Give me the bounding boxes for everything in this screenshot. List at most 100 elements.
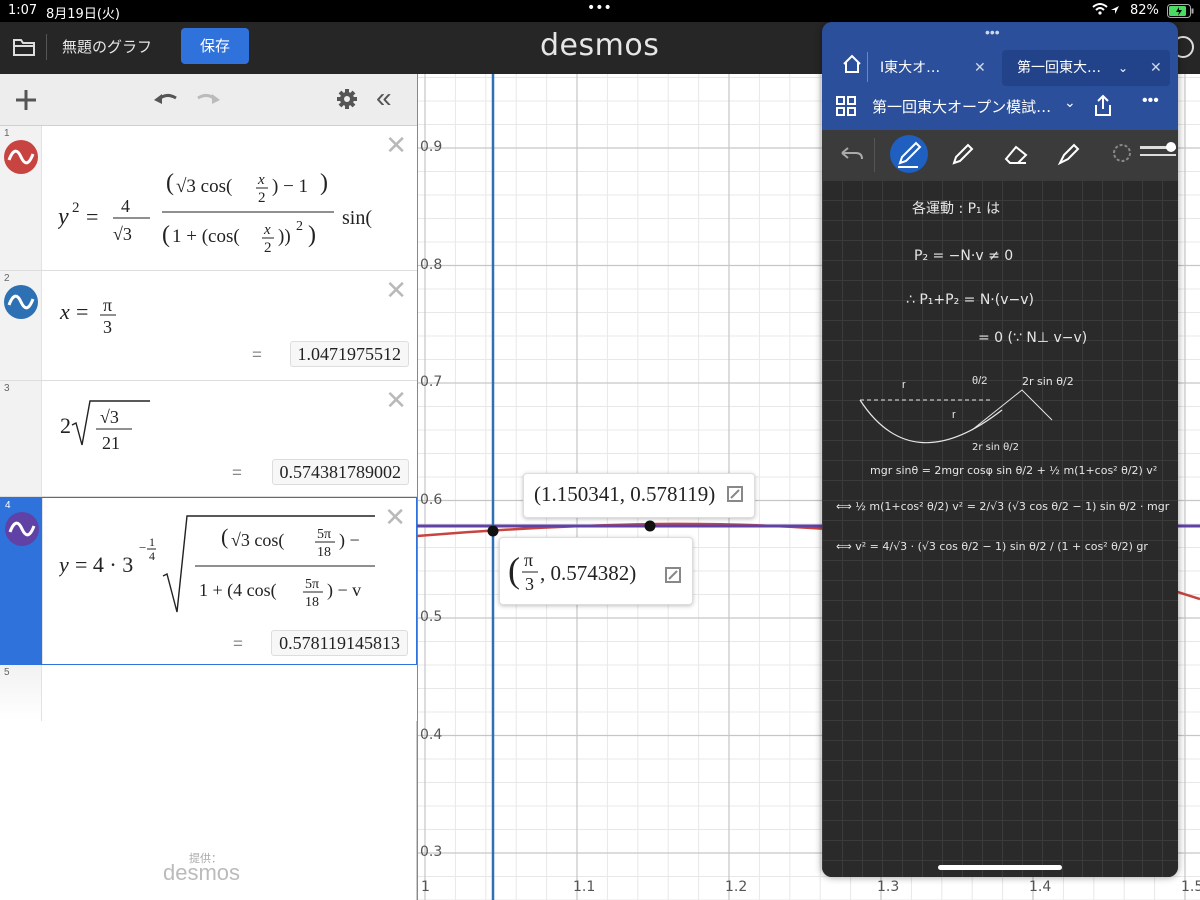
expression-row-4[interactable]: 4 ✕ y = 4 · 3 − 1 4 ( √3 cos( 5π 18 ) − [0,497,417,665]
close-icon[interactable]: ✕ [385,277,407,303]
status-bar: 1:07 8月19日(火) ••• 82% [0,0,1200,22]
divider [46,34,47,60]
handwriting-line: ∴ P₁+P₂ = N·(v−v) [906,292,1034,308]
window-dots[interactable]: ••• [985,24,1000,40]
notebook-title[interactable]: 第一回東大オープン模試… [872,96,1051,117]
copy-icon[interactable] [726,484,744,509]
svg-text:x: x [59,299,70,324]
y-tick-label: 0.5 [420,609,443,625]
graph-wave-icon[interactable] [4,285,38,319]
svg-text:=: = [86,204,98,229]
expression-number: 2 [4,273,10,284]
notes-page[interactable]: 各運動 : P₁ は P₂ = −N·v ≠ 0 ∴ P₁+P₂ = N·(v−… [822,180,1178,877]
redo-icon[interactable] [194,88,222,115]
close-icon[interactable]: ✕ [385,387,407,413]
expression-1-math[interactable]: y 2 = 4 √3 ( √3 cos( x 2 ) − 1 ) ( 1 + (… [56,150,398,260]
close-icon[interactable]: ✕ [384,504,406,530]
expression-toolbar: « [0,74,417,126]
more-icon[interactable]: ••• [1142,92,1159,110]
status-date: 8月19日(火) [46,7,120,22]
expression-row-5[interactable]: 5 [0,665,417,721]
handwriting-line: 各運動 : P₁ は [912,201,1001,217]
expression-gutter: 5 [0,665,42,721]
x-tick-label: 1 [421,879,430,895]
point-label-1[interactable]: (1.150341, 0.578119) [523,473,756,518]
svg-text:y: y [59,552,69,577]
lasso-icon[interactable] [1108,142,1132,171]
svg-text:(: ( [221,524,228,549]
y-tick-label: 0.9 [420,139,443,155]
chevron-down-icon[interactable]: ⌄ [1064,94,1076,111]
share-icon[interactable] [1092,94,1114,123]
svg-text:2: 2 [72,200,80,216]
notes-toolbar [822,130,1178,180]
svg-text:(: ( [508,550,520,590]
tab-notebook-1[interactable]: I東大オ… ✕ [880,50,990,86]
y-tick-label: 0.4 [420,726,443,743]
svg-text:√3: √3 [100,407,119,427]
undo-icon[interactable] [152,88,180,115]
expression-4-math[interactable]: y = 4 · 3 − 1 4 ( √3 cos( 5π 18 ) − 1 + … [57,508,379,623]
expression-row-1[interactable]: 1 ✕ y 2 = 4 √3 ( √3 cos( x 2 ) − 1 ) (1… [0,126,417,271]
svg-text:= 4 · 3: = 4 · 3 [75,552,133,577]
copy-icon[interactable] [665,567,681,583]
expression-row-2[interactable]: 2 ✕ x = π 3 = 1.0471975512 [0,271,417,381]
svg-text:√3: √3 [113,224,132,244]
expression-panel: « 1 ✕ y 2 = 4 √3 ( √3 cos( x 2 ) − 1) (… [0,74,417,900]
handwriting-line: = 0 (∵ N⊥ v−v) [978,330,1088,346]
add-expression-icon[interactable] [14,88,38,117]
notes-tab-bar: ••• I東大オ… ✕ 第一回東大… ⌄ ✕ 第一回東大オープン模試… ⌄ ••• [822,22,1178,130]
svg-text:x: x [263,222,271,238]
expression-3-math[interactable]: 2 √3 21 [58,397,198,462]
pen-tool-icon[interactable] [890,135,928,173]
label-pi: π [524,550,533,570]
expression-number: 1 [4,128,10,139]
svg-text:sin(: sin( [342,207,372,229]
handwriting-line: 2r sin θ/2 [1022,375,1074,388]
expression-number: 5 [4,667,10,678]
handwriting-line: ⟺ v² = 4/√3 · (√3 cos θ/2 − 1) sin θ/2 /… [836,540,1148,553]
svg-text:r: r [902,379,906,391]
label-value: , 0.574382) [540,561,636,585]
handwriting-line: mgr sinθ = 2mgr cosφ sin θ/2 + ½ m(1+cos… [870,464,1158,477]
undo-icon[interactable] [840,144,864,169]
collapse-panel-icon[interactable]: « [376,84,392,112]
label-three: 3 [525,574,534,594]
pencil-tool-icon[interactable] [950,141,976,172]
svg-text:)): )) [278,226,291,247]
intersection-point[interactable] [487,525,499,537]
point-label-2[interactable]: ( π 3 , 0.574382) [499,537,693,605]
stroke-size-knob[interactable] [1166,142,1176,152]
expression-row-3[interactable]: 3 ✕ 2 √3 21 = 0.574381789002 [0,381,417,497]
svg-text:) − v: ) − v [327,580,361,601]
graph-wave-icon[interactable] [5,512,39,546]
svg-text:21: 21 [102,433,120,453]
save-button[interactable]: 保存 [181,28,249,64]
svg-text:2: 2 [296,219,303,234]
intersection-point[interactable] [644,520,656,532]
svg-text:): ) [320,170,328,196]
multitask-dots[interactable]: ••• [587,0,612,16]
y-tick-label: 0.6 [420,491,443,508]
grid-view-icon[interactable] [836,96,856,121]
expression-2-math[interactable]: x = π 3 [58,289,178,354]
folder-icon[interactable] [12,36,36,63]
expression-gutter: 1 [0,126,42,270]
gear-icon[interactable] [336,88,358,115]
svg-text:r: r [952,409,956,421]
graph-title[interactable]: 無題のグラフ [62,36,152,57]
svg-text:) −: ) − [339,530,360,551]
home-indicator[interactable] [938,865,1062,870]
x-tick-label: 1.5 [1181,879,1200,895]
status-time: 1:07 [8,3,38,18]
home-icon[interactable] [842,54,862,79]
highlighter-icon[interactable] [1056,141,1082,172]
svg-text:2: 2 [264,240,272,256]
y-tick-label: 0.8 [420,256,443,273]
svg-text:5π: 5π [305,577,319,592]
graph-wave-icon[interactable] [4,140,38,174]
notes-app-window[interactable]: ••• I東大オ… ✕ 第一回東大… ⌄ ✕ 第一回東大オープン模試… ⌄ ••• [822,22,1178,877]
eraser-icon[interactable] [1002,141,1030,172]
svg-text:π: π [103,295,112,315]
tab-notebook-2[interactable]: 第一回東大… ⌄ ✕ [1002,50,1170,86]
